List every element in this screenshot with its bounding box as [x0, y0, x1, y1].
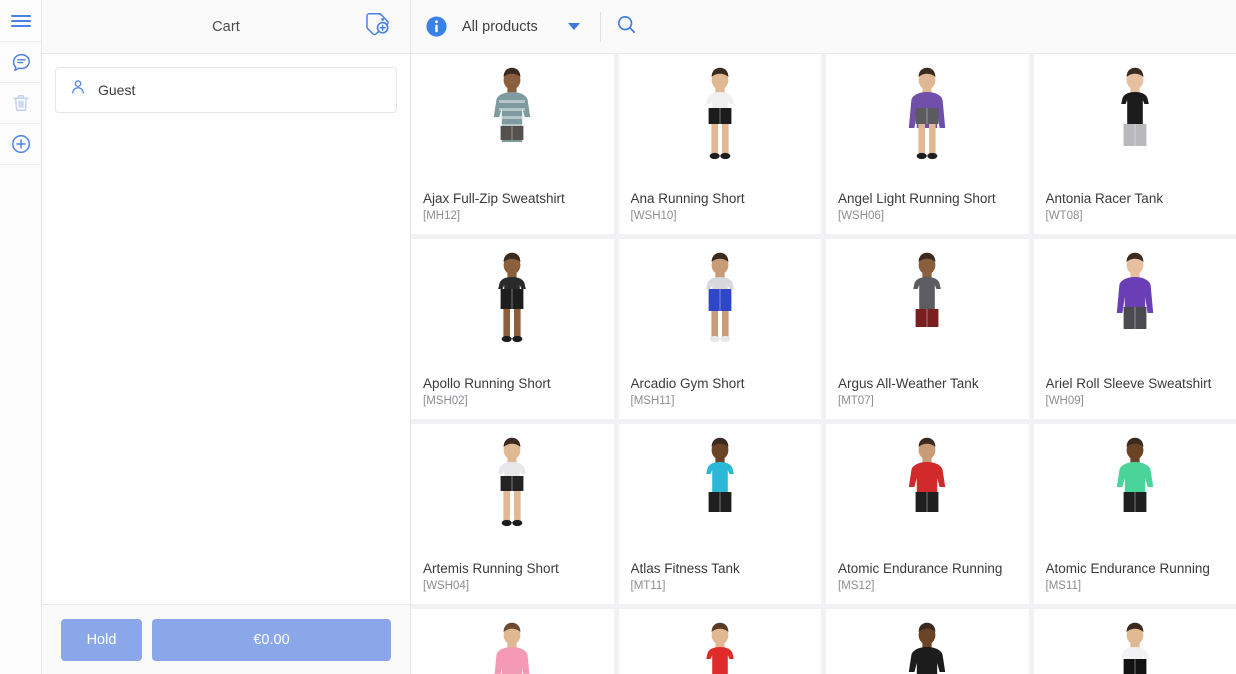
- tag-plus-icon: [362, 10, 392, 43]
- hold-button[interactable]: Hold: [61, 618, 142, 661]
- chat-bubble-icon: [10, 51, 32, 73]
- product-image: [838, 434, 1017, 552]
- product-name: Ajax Full-Zip Sweatshirt: [423, 191, 565, 206]
- product-grid: Ajax Full-Zip Sweatshirt [MH12] Ana Runni…: [411, 54, 1236, 674]
- product-card[interactable]: [1033, 609, 1236, 674]
- cart-title: Cart: [212, 18, 240, 35]
- product-sku: [WT08]: [1045, 210, 1083, 222]
- product-name: Atomic Endurance Running: [1045, 561, 1210, 576]
- order-note-button[interactable]: [0, 42, 41, 83]
- cart-body: Guest: [42, 54, 410, 605]
- product-name: Atomic Endurance Running: [838, 561, 1003, 576]
- delete-button[interactable]: [0, 83, 41, 124]
- search-icon: [615, 13, 638, 41]
- product-name: Argus All-Weather Tank: [838, 376, 979, 391]
- product-image: [631, 64, 810, 182]
- product-image: [1046, 249, 1225, 367]
- product-sku: [MS12]: [838, 580, 875, 592]
- products-panel: All products Ajax Full-Zip Sweatshirt [M…: [411, 0, 1236, 674]
- product-name: Ana Running Short: [630, 191, 745, 206]
- product-filter-label: All products: [462, 18, 538, 35]
- product-name: Arcadio Gym Short: [630, 376, 745, 391]
- product-sku: [MH12]: [423, 210, 461, 222]
- product-image: [631, 434, 810, 552]
- customer-selector[interactable]: Guest: [55, 67, 397, 113]
- person-icon: [70, 79, 86, 101]
- pos-app: Cart Guest Hold €0.00 All products Ajax …: [0, 0, 1236, 674]
- product-name: Atlas Fitness Tank: [630, 561, 740, 576]
- product-name: Apollo Running Short: [423, 376, 551, 391]
- product-card[interactable]: Apollo Running Short [MSH02]: [411, 239, 614, 419]
- product-sku: [WSH06]: [838, 210, 885, 222]
- cart-footer: Hold €0.00: [42, 605, 410, 674]
- search-button[interactable]: [615, 13, 638, 41]
- add-button[interactable]: [0, 124, 41, 165]
- product-card[interactable]: Ajax Full-Zip Sweatshirt [MH12]: [411, 54, 614, 234]
- cart-panel: Cart Guest Hold €0.00: [42, 0, 411, 674]
- product-image: [423, 434, 602, 552]
- product-image: [1046, 619, 1225, 674]
- product-sku: [MT07]: [838, 395, 874, 407]
- cart-header: Cart: [42, 0, 410, 54]
- icon-rail: [0, 0, 42, 674]
- product-card[interactable]: [411, 609, 614, 674]
- hamburger-menu-button[interactable]: [0, 0, 41, 42]
- product-sku: [WSH10]: [630, 210, 677, 222]
- product-card[interactable]: Atlas Fitness Tank [MT11]: [618, 424, 821, 604]
- product-card[interactable]: Angel Light Running Short [WSH06]: [826, 54, 1029, 234]
- product-card[interactable]: Atomic Endurance Running [MS11]: [1033, 424, 1236, 604]
- product-card[interactable]: Argus All-Weather Tank [MT07]: [826, 239, 1029, 419]
- product-sku: [MSH02]: [423, 395, 468, 407]
- product-image: [1046, 64, 1225, 182]
- product-filter-select[interactable]: All products: [462, 19, 590, 35]
- product-image: [423, 249, 602, 367]
- chevron-down-icon: [567, 23, 580, 30]
- product-card[interactable]: Atomic Endurance Running [MS12]: [826, 424, 1029, 604]
- product-card[interactable]: Antonia Racer Tank [WT08]: [1033, 54, 1236, 234]
- product-card[interactable]: Arcadio Gym Short [MSH11]: [618, 239, 821, 419]
- hamburger-menu-icon: [10, 13, 32, 29]
- add-discount-button[interactable]: [362, 10, 392, 43]
- product-card[interactable]: [618, 609, 821, 674]
- product-sku: [MT11]: [630, 580, 666, 592]
- product-image: [423, 64, 602, 182]
- products-header: All products: [411, 0, 1236, 54]
- product-image: [631, 619, 810, 674]
- plus-circle-icon: [10, 133, 32, 155]
- product-name: Antonia Racer Tank: [1045, 191, 1164, 206]
- customer-name: Guest: [98, 82, 136, 98]
- product-image: [423, 619, 602, 674]
- product-sku: [WH09]: [1045, 395, 1084, 407]
- header-divider: [599, 11, 601, 42]
- product-sku: [WSH04]: [423, 580, 470, 592]
- product-image: [838, 249, 1017, 367]
- pay-total-button[interactable]: €0.00: [152, 618, 391, 661]
- product-sku: [MSH11]: [630, 395, 675, 407]
- product-image: [631, 249, 810, 367]
- product-sku: [MS11]: [1045, 580, 1082, 592]
- product-image: [838, 619, 1017, 674]
- product-image: [838, 64, 1017, 182]
- product-card[interactable]: Artemis Running Short [WSH04]: [411, 424, 614, 604]
- product-image: [1046, 434, 1225, 552]
- product-name: Angel Light Running Short: [838, 191, 996, 206]
- product-name: Ariel Roll Sleeve Sweatshirt: [1045, 376, 1212, 391]
- product-card[interactable]: Ana Running Short [WSH10]: [618, 54, 821, 234]
- product-card[interactable]: Ariel Roll Sleeve Sweatshirt [WH09]: [1033, 239, 1236, 419]
- info-circle-icon[interactable]: [425, 15, 448, 38]
- product-name: Artemis Running Short: [423, 561, 559, 576]
- product-card[interactable]: [826, 609, 1029, 674]
- trash-icon: [11, 92, 31, 114]
